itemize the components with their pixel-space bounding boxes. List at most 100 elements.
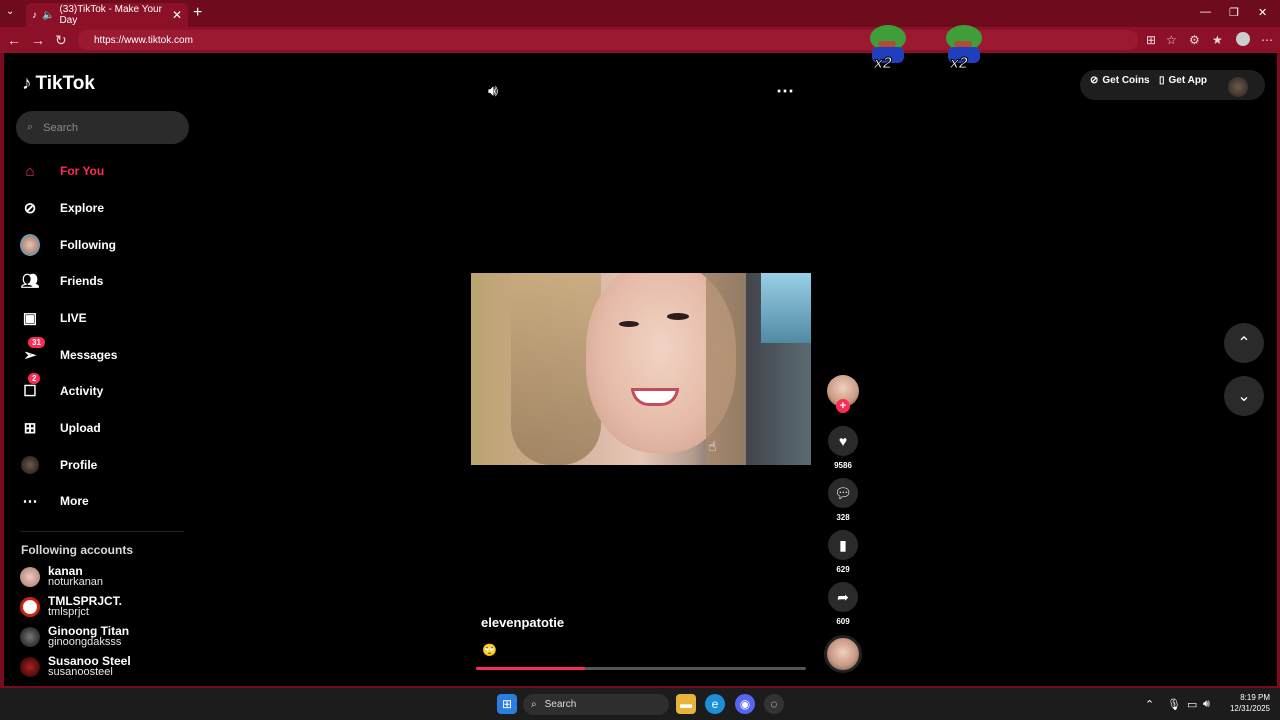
sidebar-item-profile[interactable]: Profile bbox=[20, 450, 190, 480]
app-available-icon[interactable]: ⊞ bbox=[1146, 33, 1156, 47]
following-account-item[interactable]: TMLSPRJCT. tmlsprjct bbox=[20, 595, 190, 618]
search-icon: ⌕ bbox=[531, 699, 537, 710]
microphone-icon[interactable]: 🎙︎ bbox=[1167, 698, 1181, 711]
windows-start-icon[interactable]: ⊞ bbox=[497, 694, 517, 714]
address-bar: ← → ↻ https://www.tiktok.com ⊞ ☆ ⚙ ★ ⋯ bbox=[0, 27, 1280, 53]
maximize-icon[interactable]: ❐ bbox=[1229, 6, 1239, 19]
sticker-multiplier: x2 bbox=[874, 55, 893, 73]
messages-icon: ➢ 31 bbox=[20, 337, 45, 365]
volume-icon[interactable]: 🔊︎ bbox=[488, 83, 498, 101]
avatar bbox=[20, 657, 40, 677]
tab-close-icon[interactable]: ✕ bbox=[172, 8, 182, 22]
tray-chevron-up-icon[interactable]: ⌃ bbox=[1145, 698, 1154, 711]
follow-plus-icon[interactable]: + bbox=[836, 399, 850, 413]
comment-icon[interactable]: 💬︎ bbox=[828, 478, 858, 508]
tab-title: (33)TikTok - Make Your Day bbox=[59, 4, 162, 26]
sidebar-item-label: Upload bbox=[60, 421, 101, 435]
like-count: 9586 bbox=[834, 461, 852, 470]
speaker-icon[interactable]: 🔈 bbox=[42, 10, 54, 21]
sidebar-item-upload[interactable]: ⊞ Upload bbox=[20, 413, 190, 443]
sidebar-item-label: Messages bbox=[60, 348, 118, 362]
sidebar-item-label: Activity bbox=[60, 384, 104, 398]
save-count: 629 bbox=[836, 565, 850, 574]
taskbar-search[interactable]: ⌕ Search bbox=[523, 694, 669, 715]
browser-titlebar: ⌄ ♪ 🔈 (33)TikTok - Make Your Day ✕ + — ❐… bbox=[0, 0, 1280, 27]
hand-cursor-icon: ☝︎ bbox=[708, 438, 717, 454]
reload-icon[interactable]: ↻ bbox=[55, 32, 67, 49]
sidebar-item-activity[interactable]: ☐ 2 Activity bbox=[20, 373, 190, 406]
sidebar-item-live[interactable]: ▣ LIVE bbox=[20, 303, 190, 333]
edge-browser-icon[interactable]: e bbox=[705, 694, 725, 714]
taskbar-search-label: Search bbox=[544, 699, 577, 710]
search-input[interactable]: ⌕ Search bbox=[16, 111, 189, 144]
account-handle: susanoosteel bbox=[48, 666, 113, 678]
search-icon: ⌕ bbox=[27, 121, 34, 133]
following-account-item[interactable]: kanan noturkanan bbox=[20, 565, 190, 588]
favorites-icon[interactable]: ★ bbox=[1212, 33, 1223, 47]
new-tab-button[interactable]: + bbox=[193, 4, 202, 22]
minimize-icon[interactable]: — bbox=[1200, 6, 1211, 18]
extension-icon[interactable]: ⚙ bbox=[1189, 33, 1200, 47]
save-action[interactable]: ▮ 629 bbox=[827, 530, 859, 574]
comment-action[interactable]: 💬︎ 328 bbox=[827, 478, 859, 522]
sidebar-item-friends[interactable]: 👥︎ Friends bbox=[20, 266, 190, 296]
get-app-label: Get App bbox=[1168, 75, 1208, 86]
browser-menu-icon[interactable]: ⋯ bbox=[1261, 33, 1273, 47]
video-frame-part bbox=[761, 273, 811, 343]
window-close-icon[interactable]: ✕ bbox=[1258, 6, 1267, 19]
file-explorer-icon[interactable]: ▬ bbox=[676, 694, 696, 714]
network-icon[interactable]: ▭ bbox=[1187, 698, 1197, 711]
volume-tray-icon[interactable]: 🔊︎ bbox=[1203, 698, 1210, 711]
forward-icon[interactable]: → bbox=[31, 32, 45, 48]
search-placeholder: Search bbox=[43, 121, 79, 134]
video-frame-part bbox=[706, 273, 746, 465]
video-player[interactable] bbox=[471, 273, 811, 465]
get-coins-button[interactable]: ⊘ Get Coins bbox=[1090, 75, 1150, 86]
like-action[interactable]: ♥ 9586 bbox=[827, 426, 859, 470]
heart-icon[interactable]: ♥ bbox=[828, 426, 858, 456]
tab-list-chevron-icon[interactable]: ⌄ bbox=[6, 6, 14, 17]
back-icon[interactable]: ← bbox=[7, 32, 21, 48]
tiktok-note-icon: ♪ bbox=[22, 73, 32, 94]
following-avatar-icon bbox=[20, 234, 40, 256]
sidebar-item-label: Friends bbox=[60, 274, 104, 288]
following-account-item[interactable]: Susanoo Steel susanoosteel bbox=[20, 655, 190, 678]
system-clock[interactable]: 8:19 PM 12/31/2025 bbox=[1222, 692, 1270, 714]
account-handle: tmlsprjct bbox=[48, 606, 89, 618]
app-icon[interactable]: ◌ bbox=[764, 694, 784, 714]
sidebar-item-following[interactable]: Following bbox=[20, 230, 190, 260]
sticker-multiplier: x2 bbox=[950, 55, 969, 73]
tiktok-favicon-icon: ♪ bbox=[32, 9, 37, 21]
discord-icon[interactable]: ◉ bbox=[735, 694, 755, 714]
favorite-star-icon[interactable]: ☆ bbox=[1166, 33, 1177, 47]
frog-sticker: x2 bbox=[942, 25, 986, 81]
sound-disc-avatar[interactable] bbox=[824, 635, 862, 673]
previous-video-button[interactable]: ⌃ bbox=[1224, 323, 1264, 363]
chevron-down-icon: ⌄ bbox=[1237, 388, 1251, 405]
get-app-button[interactable]: ▯ Get App bbox=[1159, 75, 1207, 86]
video-more-icon[interactable]: ⋯ bbox=[776, 81, 794, 102]
share-icon[interactable]: ➦ bbox=[828, 582, 858, 612]
avatar bbox=[20, 567, 40, 587]
following-account-item[interactable]: Ginoong Titan ginoongdaksss bbox=[20, 625, 190, 648]
sidebar-item-explore[interactable]: ⊘ Explore bbox=[20, 193, 190, 223]
logo-text: TikTok bbox=[35, 73, 95, 94]
account-handle: ginoongdaksss bbox=[48, 636, 122, 648]
url-text: https://www.tiktok.com bbox=[94, 34, 193, 46]
home-icon: ⌂ bbox=[25, 162, 35, 180]
profile-avatar-icon[interactable] bbox=[1236, 32, 1250, 46]
sidebar-item-messages[interactable]: ➢ 31 Messages bbox=[20, 337, 190, 370]
messages-badge: 31 bbox=[28, 337, 45, 348]
video-progress-bar[interactable] bbox=[476, 667, 806, 670]
user-avatar[interactable] bbox=[1228, 77, 1248, 97]
video-author[interactable]: elevenpatotie bbox=[481, 615, 564, 630]
video-caption: 🙄 bbox=[482, 643, 497, 657]
browser-tab[interactable]: ♪ 🔈 (33)TikTok - Make Your Day ✕ bbox=[26, 3, 188, 27]
sidebar-item-more[interactable]: ⋯ More bbox=[20, 486, 190, 516]
bookmark-icon[interactable]: ▮ bbox=[828, 530, 858, 560]
next-video-button[interactable]: ⌄ bbox=[1224, 376, 1264, 416]
sidebar-item-for-you[interactable]: ⌂ For You bbox=[20, 156, 190, 186]
tiktok-logo[interactable]: ♪ TikTok bbox=[22, 73, 95, 95]
chevron-up-icon: ⌃ bbox=[1237, 335, 1251, 352]
share-action[interactable]: ➦ 609 bbox=[827, 582, 859, 626]
